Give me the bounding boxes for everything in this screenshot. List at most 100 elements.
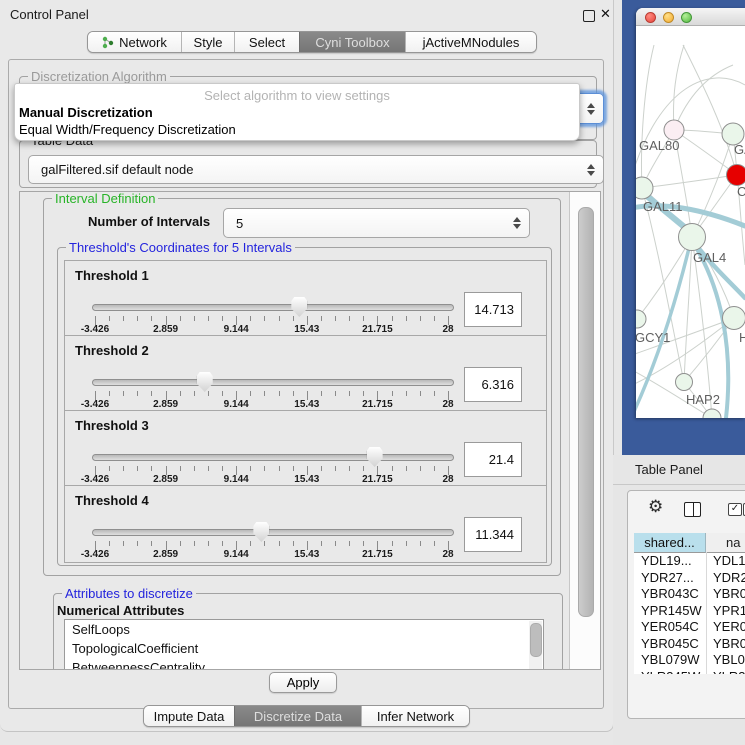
table-row[interactable]: YDL19... YDL1 — [634, 553, 745, 570]
table-row[interactable]: YBR043C YBR0 — [634, 586, 745, 603]
threshold-value-field[interactable]: 14.713 — [464, 292, 522, 327]
list-scrollbar[interactable] — [529, 621, 542, 669]
slider-thumb[interactable] — [367, 447, 383, 467]
slider-tick-labels: -3.4262.8599.14415.4321.71528 — [95, 549, 448, 561]
network-edge[interactable] — [637, 237, 692, 319]
tick-mark — [434, 391, 435, 396]
slider-track[interactable] — [92, 529, 454, 536]
screen: Control Panel ✕ Network Style Select Cyn… — [0, 0, 745, 745]
cell-shared-name[interactable]: YBR045C — [641, 636, 699, 653]
control-panel-window: Control Panel ✕ Network Style Select Cyn… — [0, 0, 614, 732]
slider-track[interactable] — [92, 454, 454, 461]
list-item[interactable]: SelfLoops — [65, 620, 543, 639]
network-node-GAL4[interactable] — [679, 224, 706, 251]
network-edge[interactable] — [674, 65, 733, 130]
cell-shared-name[interactable]: YDL19... — [641, 553, 692, 570]
network-node-GAL11[interactable] — [636, 177, 653, 199]
network-node-node-red[interactable] — [727, 165, 745, 186]
float-window-icon[interactable] — [583, 10, 595, 22]
table-row[interactable]: YER054C YER0 — [634, 619, 745, 636]
slider-thumb[interactable] — [291, 297, 307, 317]
network-edge[interactable] — [673, 45, 684, 130]
cell-name[interactable]: YBR0 — [713, 586, 745, 603]
network-node-GCY1[interactable] — [636, 310, 646, 328]
vertical-scrollbar[interactable] — [569, 192, 600, 669]
cell-name[interactable]: YPR1 — [713, 603, 745, 620]
threshold-value-field[interactable]: 6.316 — [464, 367, 522, 402]
columns-icon[interactable] — [684, 502, 701, 517]
network-edge[interactable] — [642, 45, 655, 188]
network-node-label: HAP2 — [686, 392, 720, 407]
threshold-slider[interactable]: -3.4262.8599.14415.4321.71528 — [92, 261, 454, 337]
threshold-slider[interactable]: -3.4262.8599.14415.4321.71528 — [92, 336, 454, 412]
table-row[interactable]: YDR27... YDR2 — [634, 570, 745, 587]
threshold-4-panel: Threshold 4 -3.4262.8599.14415.4321.7152… — [64, 485, 547, 563]
list-scrollbar-thumb[interactable] — [530, 623, 542, 657]
cell-name[interactable]: YER0 — [713, 619, 745, 636]
network-edge[interactable] — [642, 175, 737, 188]
gear-icon[interactable]: ⚙ — [648, 499, 663, 516]
table-row[interactable]: YPR145W YPR1 — [634, 603, 745, 620]
checkbox-icon[interactable]: ✓ — [728, 503, 742, 516]
cell-shared-name[interactable]: YER054C — [641, 619, 699, 636]
tab-cyni-toolbox[interactable]: Cyni Toolbox — [299, 32, 405, 52]
threshold-slider[interactable]: -3.4262.8599.14415.4321.71528 — [92, 411, 454, 487]
table-data-value: galFiltered.sif default node — [41, 162, 193, 177]
network-canvas[interactable]: GAL80GACGAL11GAL4GCY1HHAP2 — [636, 25, 745, 418]
cell-name[interactable]: YDL1 — [713, 553, 745, 570]
dropdown-option-manual-discretization[interactable]: Manual Discretization — [15, 104, 579, 121]
cell-name[interactable]: YLR3 — [713, 669, 745, 675]
threshold-value-field[interactable]: 21.4 — [464, 442, 522, 477]
threshold-value-field[interactable]: 11.344 — [464, 517, 522, 552]
tick-mark — [137, 391, 138, 396]
tab-network[interactable]: Network — [88, 32, 181, 52]
list-item[interactable]: TopologicalCoefficient — [65, 639, 543, 658]
network-node-node-h[interactable] — [723, 307, 745, 330]
cell-shared-name[interactable]: YLR345W — [641, 669, 700, 675]
cell-shared-name[interactable]: YPR145W — [641, 603, 702, 620]
threshold-slider[interactable]: -3.4262.8599.14415.4321.71528 — [92, 486, 454, 562]
table-row[interactable]: YBR045C YBR0 — [634, 636, 745, 653]
tick-mark — [264, 316, 265, 321]
cell-name[interactable]: YDR2 — [713, 570, 745, 587]
tab-impute-data[interactable]: Impute Data — [144, 706, 234, 726]
vertical-scrollbar-thumb[interactable] — [578, 207, 594, 617]
close-icon[interactable]: ✕ — [600, 6, 611, 22]
slider-thumb[interactable] — [253, 522, 269, 542]
list-item[interactable]: BetweennessCentrality — [65, 658, 543, 669]
cell-name[interactable]: YBR0 — [713, 636, 745, 653]
tab-jactivemnodules[interactable]: jActiveMNodules — [405, 32, 536, 52]
tick-mark — [349, 391, 350, 396]
network-highlighted-edge[interactable] — [692, 240, 745, 298]
network-node-label: GAL11 — [643, 199, 683, 214]
table-data-combobox[interactable]: galFiltered.sif default node — [28, 155, 604, 184]
tab-infer-network[interactable]: Infer Network — [361, 706, 469, 726]
slider-track[interactable] — [92, 304, 454, 311]
cell-shared-name[interactable]: YBR043C — [641, 586, 699, 603]
tick-mark — [335, 316, 336, 321]
slider-track[interactable] — [92, 379, 454, 386]
cell-shared-name[interactable]: YDR27... — [641, 570, 694, 587]
tab-discretize-data[interactable]: Discretize Data — [234, 706, 361, 726]
table-rows: YDL19...YDL1YDR27...YDR2YBR043CYBR0YPR14… — [634, 553, 745, 674]
numerical-attributes-list[interactable]: SelfLoops TopologicalCoefficient Between… — [64, 619, 544, 669]
tab-style[interactable]: Style — [181, 32, 234, 52]
apply-button[interactable]: Apply — [269, 672, 337, 693]
table-row[interactable]: YBL079W YBL0 — [634, 652, 745, 669]
column-header-name[interactable]: na — [706, 533, 745, 553]
table-row[interactable]: YLR345W YLR3 — [634, 669, 745, 675]
tick-label: 9.144 — [224, 324, 249, 335]
network-view-frame: GAL80GACGAL11GAL4GCY1HHAP2 — [622, 0, 745, 455]
tab-select[interactable]: Select — [234, 32, 299, 52]
dropdown-option-equal-width-frequency[interactable]: Equal Width/Frequency Discretization — [15, 121, 579, 138]
network-node-HAP2[interactable] — [676, 374, 693, 391]
zoom-traffic-light[interactable] — [681, 12, 692, 23]
slider-thumb[interactable] — [197, 372, 213, 392]
number-of-intervals-combobox[interactable]: 5 — [223, 208, 530, 238]
column-header-shared-name[interactable]: shared... — [634, 533, 706, 553]
close-traffic-light[interactable] — [645, 12, 656, 23]
cell-shared-name[interactable]: YBL079W — [641, 652, 700, 669]
minimize-traffic-light[interactable] — [663, 12, 674, 23]
network-node-GAL80[interactable] — [664, 120, 684, 140]
cell-name[interactable]: YBL0 — [713, 652, 745, 669]
